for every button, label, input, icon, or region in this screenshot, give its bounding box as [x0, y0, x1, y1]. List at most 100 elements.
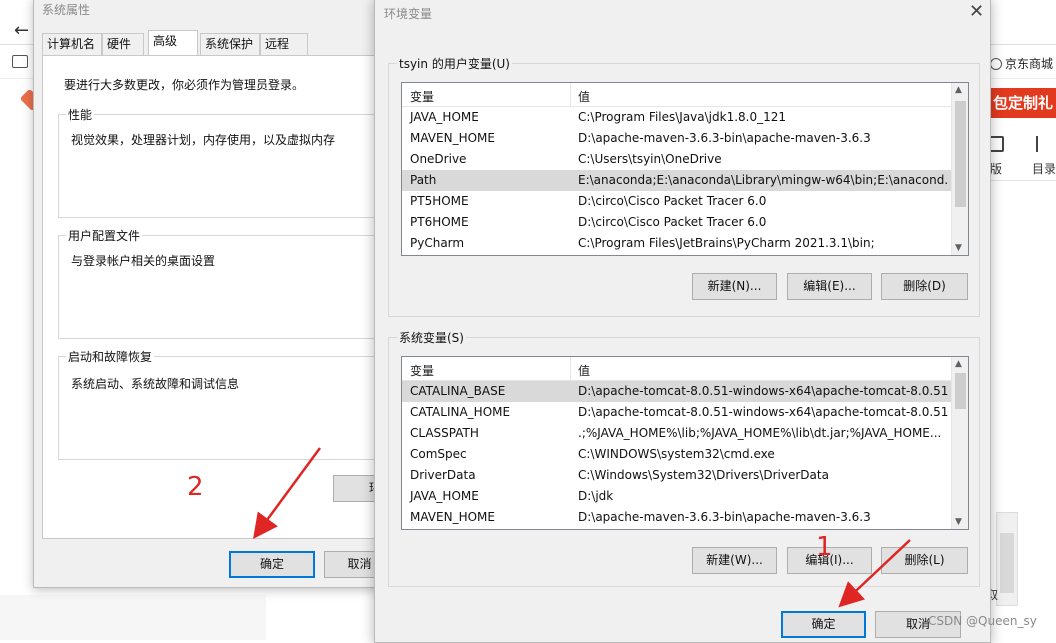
ok-button[interactable]: 确定 — [229, 551, 315, 578]
system-variables-group: 系统变量(S) 变量 值 CATALINA_BASE D:\apache-tomc… — [388, 329, 980, 587]
list-item[interactable]: MAVEN_HOME D:\apache-maven-3.6.3-bin\apac… — [402, 128, 952, 149]
list-item[interactable]: PT6HOME D:\circo\Cisco Packet Tracer 6.0 — [402, 212, 952, 233]
environment-variables-dialog: 环境变量 ✕ tsyin 的用户变量(U) 变量 值 JAVA_HOME C:\P… — [374, 0, 991, 643]
folder-icon[interactable] — [12, 55, 28, 68]
group-description: 与登录帐户相关的桌面设置 — [71, 254, 216, 268]
variable-name: MAVEN_HOME — [410, 510, 495, 524]
ok-button[interactable]: 确定 — [781, 611, 866, 638]
admin-notice: 要进行大多数更改，你必须作为管理员登录。 — [64, 78, 305, 92]
column-divider[interactable] — [570, 357, 571, 381]
group-label: 系统变量(S) — [397, 329, 466, 346]
column-header-variable[interactable]: 变量 — [410, 362, 434, 379]
group-description: 系统启动、系统故障和调试信息 — [71, 377, 240, 391]
list-item[interactable]: DriverData C:\Windows\System32\Drivers\Dr… — [402, 465, 952, 486]
scroll-down-icon[interactable]: ▼ — [955, 243, 962, 253]
column-header-variable[interactable]: 变量 — [410, 88, 434, 105]
variable-name: ComSpec — [410, 447, 467, 461]
tab-computer-name[interactable]: 计算机名 — [42, 33, 102, 55]
tab-system-protection[interactable]: 系统保护 — [200, 33, 260, 55]
variable-value: D:\apache-maven-3.6.3-bin\apache-maven-3… — [578, 510, 871, 524]
list-header: 变量 值 — [402, 83, 952, 107]
system-delete-button[interactable]: 删除(L) — [881, 547, 968, 574]
tab-hardware[interactable]: 硬件 — [102, 33, 144, 55]
variable-value: E:\anaconda;E:\anaconda\Library\mingw-w6… — [578, 173, 948, 187]
catalog-label: 目录 — [1032, 162, 1056, 176]
globe-icon — [990, 58, 1002, 70]
list-icon[interactable] — [1036, 136, 1050, 152]
variable-value: D:\apache-tomcat-8.0.51-windows-x64\apac… — [578, 405, 948, 419]
user-delete-button[interactable]: 删除(D) — [881, 273, 968, 300]
step-2-label: 2 — [187, 472, 204, 502]
group-label: 启动和故障恢复 — [66, 348, 155, 365]
list-item[interactable]: CATALINA_HOME D:\apache-tomcat-8.0.51-win… — [402, 402, 952, 423]
variable-name: PT5HOME — [410, 194, 469, 208]
tab-page-advanced: 要进行大多数更改，你必须作为管理员登录。 性能 视觉效果，处理器计划，内存使用，… — [42, 55, 398, 539]
list-item[interactable]: ComSpec C:\WINDOWS\system32\cmd.exe — [402, 444, 952, 465]
variable-name: PT6HOME — [410, 215, 469, 229]
list-item-selected[interactable]: CATALINA_BASE D:\apache-tomcat-8.0.51-win… — [402, 381, 952, 402]
variable-name: CATALINA_HOME — [410, 405, 511, 419]
user-variables-list[interactable]: 变量 值 JAVA_HOME C:\Program Files\Java\jdk1… — [401, 82, 969, 256]
list-item[interactable]: JAVA_HOME D:\jdk — [402, 486, 952, 507]
variable-value: D:\apache-tomcat-8.0.51-windows-x64\apac… — [578, 384, 948, 398]
tab-remote[interactable]: 远程 — [260, 33, 308, 55]
scroll-thumb[interactable] — [1000, 533, 1014, 593]
dialog-title: 系统属性 — [42, 3, 91, 17]
column-header-value[interactable]: 值 — [578, 362, 590, 379]
back-arrow-icon[interactable]: ← — [14, 20, 29, 41]
list-item[interactable]: OneDrive C:\Users\tsyin\OneDrive — [402, 149, 952, 170]
variable-value: C:\Windows\System32\Drivers\DriverData — [578, 468, 829, 482]
close-icon[interactable]: ✕ — [969, 1, 984, 22]
variable-value: C:\Program Files\JetBrains\PyCharm 2021.… — [578, 236, 875, 250]
user-variables-group: tsyin 的用户变量(U) 变量 值 JAVA_HOME C:\Program … — [388, 55, 980, 317]
list-item[interactable]: PyCharm C:\Program Files\JetBrains\PyChar… — [402, 233, 952, 254]
variable-value: D:\jdk — [578, 489, 614, 503]
list-item[interactable]: JAVA_HOME C:\Program Files\Java\jdk1.8.0_… — [402, 107, 952, 128]
list-item[interactable]: PT5HOME D:\circo\Cisco Packet Tracer 6.0 — [402, 191, 952, 212]
tab-advanced[interactable]: 高级 — [148, 30, 198, 56]
variable-name: OneDrive — [410, 152, 467, 166]
variable-name: DriverData — [410, 468, 476, 482]
ad-banner[interactable]: 包定制礼 — [990, 88, 1056, 118]
variable-name: CATALINA_BASE — [410, 384, 506, 398]
dialog-title: 环境变量 — [384, 7, 433, 21]
variable-value: C:\Program Files\Java\jdk1.8.0_121 — [578, 110, 787, 124]
variable-name: Path — [410, 173, 437, 187]
footer-strip — [0, 595, 266, 640]
variable-name: JAVA_HOME — [410, 489, 479, 503]
group-performance: 性能 视觉效果，处理器计划，内存使用，以及虚拟内存 — [58, 106, 398, 218]
list-item[interactable]: MAVEN_HOME D:\apache-maven-3.6.3-bin\apac… — [402, 507, 952, 528]
bookmark-jd[interactable]: 京东商城 — [990, 55, 1053, 72]
step-1-label: 1 — [816, 532, 833, 562]
page-scrollbar[interactable] — [996, 512, 1018, 606]
scroll-up-icon[interactable]: ▲ — [955, 359, 962, 369]
group-user-profiles: 用户配置文件 与登录帐户相关的桌面设置 — [58, 227, 398, 339]
scroll-thumb[interactable] — [955, 373, 966, 409]
scroll-up-icon[interactable]: ▲ — [955, 85, 962, 95]
variable-value: .;%JAVA_HOME%\lib;%JAVA_HOME%\lib\dt.jar… — [578, 426, 942, 440]
scroll-thumb[interactable] — [955, 101, 966, 207]
variable-name: JAVA_HOME — [410, 110, 479, 124]
variable-value: C:\WINDOWS\system32\cmd.exe — [578, 447, 775, 461]
system-new-button[interactable]: 新建(W)... — [692, 547, 777, 574]
variable-value: D:\circo\Cisco Packet Tracer 6.0 — [578, 215, 767, 229]
vertical-scrollbar[interactable]: ▲ ▼ — [951, 83, 968, 255]
variable-value: D:\circo\Cisco Packet Tracer 6.0 — [578, 194, 767, 208]
user-edit-button[interactable]: 编辑(E)... — [787, 273, 872, 300]
variable-name: MAVEN_HOME — [410, 131, 495, 145]
group-label: tsyin 的用户变量(U) — [397, 55, 512, 72]
list-item-selected[interactable]: Path E:\anaconda;E:\anaconda\Library\ming… — [402, 170, 952, 191]
variable-name: CLASSPATH — [410, 426, 479, 440]
group-label: 用户配置文件 — [66, 227, 143, 244]
scroll-down-icon[interactable]: ▼ — [955, 517, 962, 527]
group-startup-recovery: 启动和故障恢复 系统启动、系统故障和调试信息 — [58, 348, 398, 460]
user-new-button[interactable]: 新建(N)... — [692, 273, 777, 300]
list-item[interactable]: CLASSPATH .;%JAVA_HOME%\lib;%JAVA_HOME%\l… — [402, 423, 952, 444]
column-divider[interactable] — [570, 83, 571, 107]
column-header-value[interactable]: 值 — [578, 88, 590, 105]
group-description: 视觉效果，处理器计划，内存使用，以及虚拟内存 — [71, 133, 336, 147]
vertical-scrollbar[interactable]: ▲ ▼ — [951, 357, 968, 529]
system-variables-list[interactable]: 变量 值 CATALINA_BASE D:\apache-tomcat-8.0.5… — [401, 356, 969, 530]
variable-name: PyCharm — [410, 236, 465, 250]
variable-value: D:\apache-maven-3.6.3-bin\apache-maven-3… — [578, 131, 871, 145]
